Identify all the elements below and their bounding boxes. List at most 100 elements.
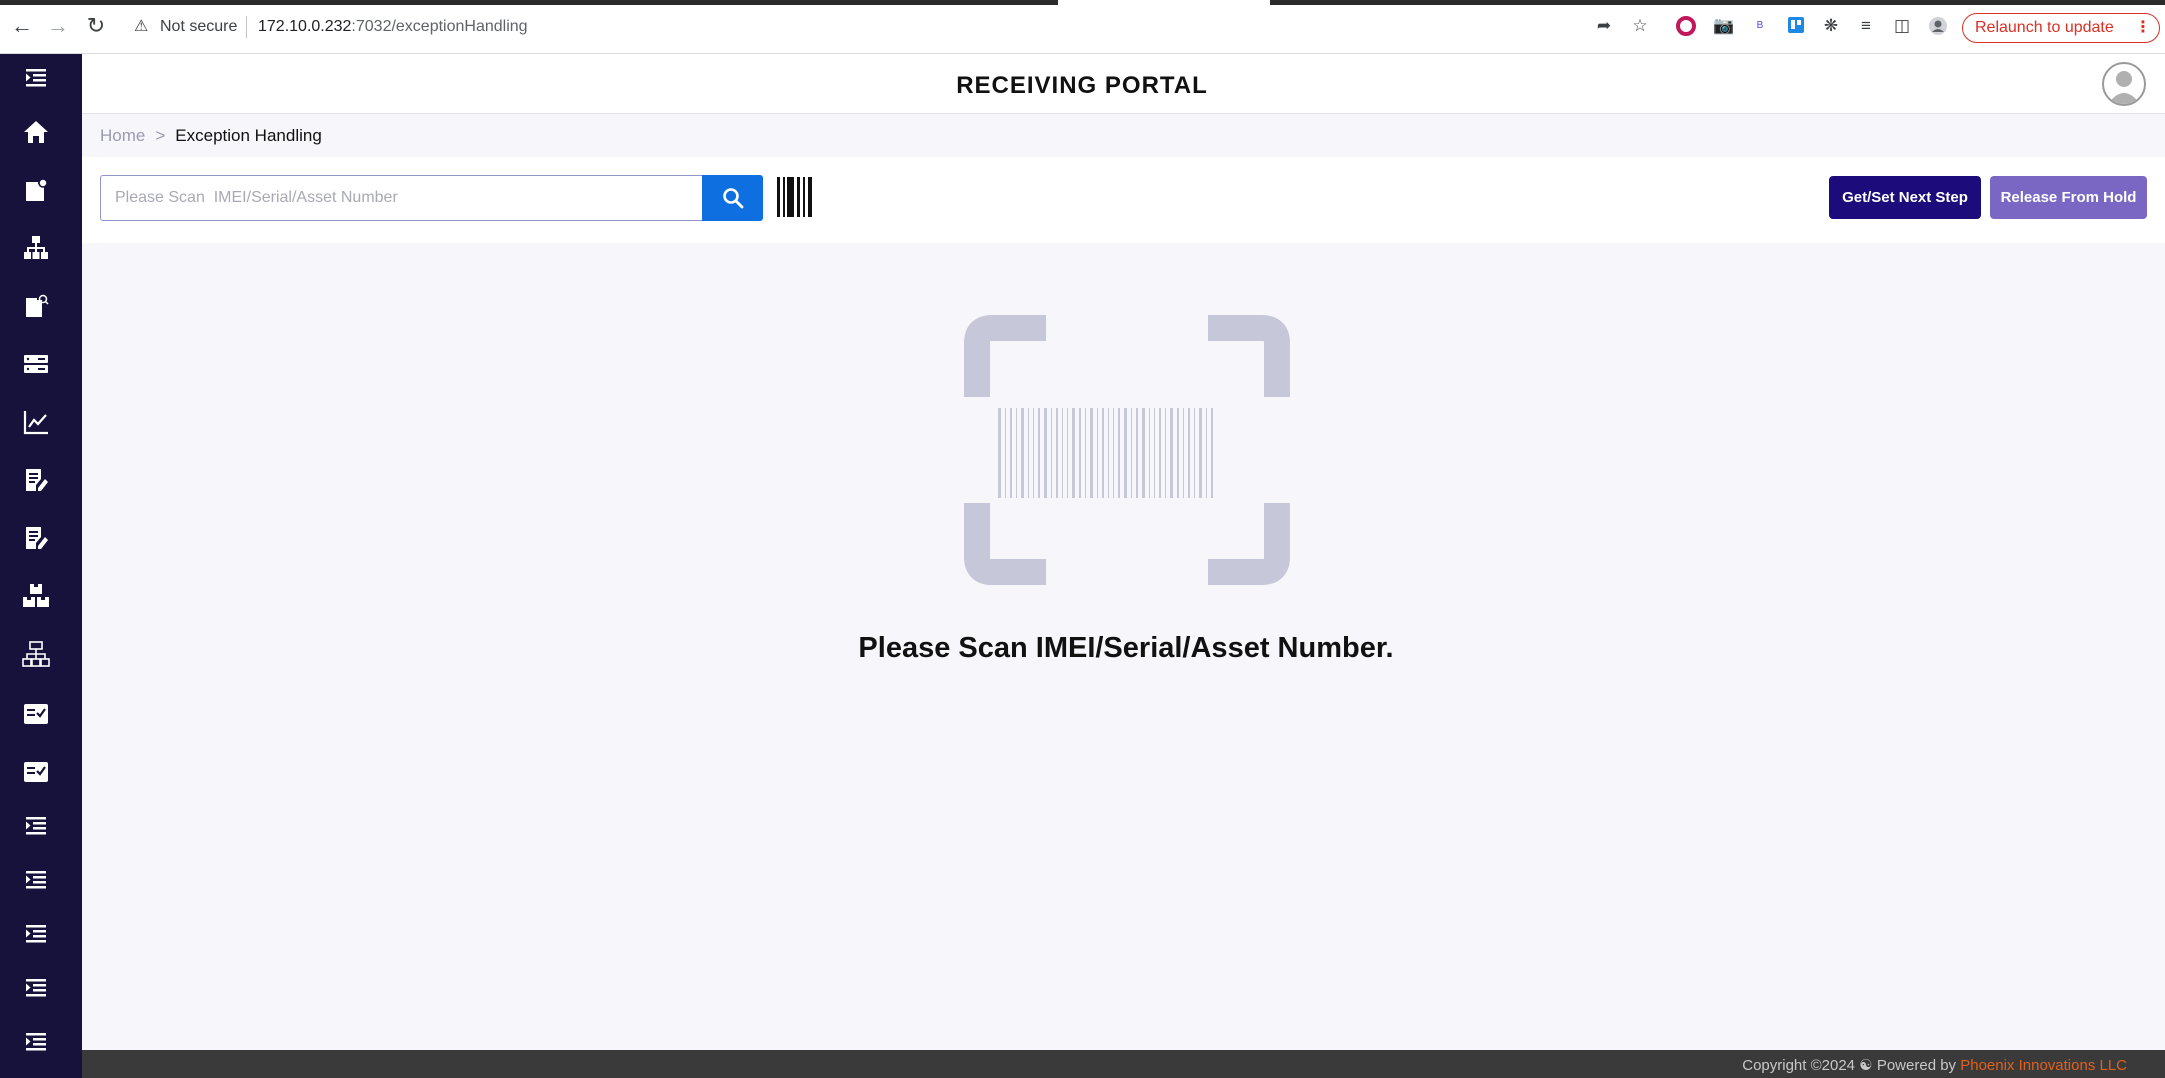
barcode-bar	[1154, 408, 1155, 498]
barcode-bar	[1170, 408, 1173, 498]
barcode-bar	[1090, 408, 1093, 498]
barcode-bar	[1051, 408, 1052, 498]
barcode-bar	[1056, 408, 1058, 498]
barcode-bar	[1165, 408, 1166, 498]
page-title: RECEIVING PORTAL	[956, 72, 1208, 99]
url-host: 172.10.0.232	[258, 18, 352, 35]
sidebar	[0, 54, 82, 1078]
barcode-bar	[1021, 408, 1024, 498]
breadcrumb-current: Exception Handling	[175, 126, 322, 145]
bookmark-star-icon[interactable]: ☆	[1630, 16, 1650, 36]
scan-input[interactable]	[100, 175, 704, 221]
back-icon[interactable]: ←	[10, 14, 34, 38]
address-bar[interactable]: ⚠ Not secure 172.10.0.232:7032/exception…	[122, 10, 1582, 44]
edit-document-icon[interactable]	[22, 524, 52, 554]
barcode-bar	[1211, 408, 1213, 498]
phoenix-logo-icon: ☯	[1859, 1057, 1873, 1074]
barcode-bar	[1044, 408, 1047, 498]
server-icon[interactable]	[22, 350, 52, 380]
menu-indent-icon[interactable]	[22, 812, 52, 842]
scan-prompt: Please Scan IMEI/Serial/Asset Number.	[858, 632, 1394, 664]
tab-strip	[0, 0, 2165, 5]
barcode-bar	[1149, 408, 1150, 498]
barcode-scan-button[interactable]	[776, 175, 814, 219]
company-link[interactable]: Phoenix Innovations LLC	[1960, 1057, 2127, 1074]
avatar[interactable]	[2102, 62, 2146, 106]
edit-document-icon[interactable]	[22, 466, 52, 496]
extensions-puzzle-icon[interactable]: ❋	[1821, 16, 1841, 36]
url-text: 172.10.0.232:7032/exceptionHandling	[258, 18, 528, 36]
barcode-bar	[1097, 408, 1098, 498]
barcode-bar	[1067, 408, 1068, 498]
warning-icon: ⚠	[134, 18, 149, 35]
barcode-scan-illustration	[964, 315, 1290, 585]
barcode-bar	[1072, 408, 1075, 498]
barcode-icon	[777, 177, 812, 217]
barcode-bar	[1131, 408, 1132, 498]
footer-text: Copyright ©2024 ☯ Powered by Phoenix Inn…	[1742, 1056, 2127, 1074]
relaunch-button[interactable]: Relaunch to update ⋮	[1962, 13, 2160, 43]
more-vert-icon[interactable]: ⋮	[2135, 14, 2151, 41]
barcode-bar	[1194, 408, 1195, 498]
release-from-hold-button[interactable]: Release From Hold	[1990, 176, 2147, 219]
extension-color-icon[interactable]	[1676, 16, 1696, 36]
barcode-bar	[1033, 408, 1034, 498]
chart-line-icon[interactable]	[22, 408, 52, 438]
forward-icon[interactable]: →	[46, 14, 70, 38]
profile-icon[interactable]	[1928, 16, 1948, 36]
menu-indent-icon[interactable]	[22, 974, 52, 1004]
home-icon[interactable]	[22, 118, 52, 148]
barcode-bar	[1136, 408, 1138, 498]
menu-indent-icon[interactable]	[22, 866, 52, 896]
camera-icon[interactable]: 📷	[1713, 16, 1734, 36]
menu-indent-icon[interactable]	[22, 920, 52, 950]
scan-toolbar: Get/Set Next Step Release From Hold	[82, 157, 2165, 243]
side-panel-icon[interactable]: ◫	[1892, 16, 1912, 36]
breadcrumb-home[interactable]: Home	[100, 126, 145, 145]
app-header: RECEIVING PORTAL	[82, 54, 2165, 114]
barcode-bar	[1108, 408, 1109, 498]
breadcrumb: Home > Exception Handling	[100, 126, 322, 146]
breadcrumb-separator: >	[155, 126, 166, 145]
relaunch-label: Relaunch to update	[1975, 19, 2114, 36]
checklist-icon[interactable]	[22, 700, 52, 730]
reload-icon[interactable]: ↻	[84, 14, 108, 38]
barcode-bar	[998, 408, 1001, 498]
powered-by-text: Powered by	[1876, 1057, 1957, 1074]
barcode-bar	[1118, 408, 1120, 498]
share-icon[interactable]: ➦	[1594, 16, 1614, 36]
search-button[interactable]	[702, 175, 763, 221]
barcode-bar	[1183, 408, 1184, 498]
footer: Copyright ©2024 ☯ Powered by Phoenix Inn…	[82, 1050, 2165, 1078]
barcode-bar	[1005, 408, 1006, 498]
checklist-icon[interactable]	[22, 758, 52, 788]
url-path: :7032/exceptionHandling	[351, 18, 528, 35]
barcode-bar	[1016, 408, 1017, 498]
menu-indent-icon[interactable]	[22, 1028, 52, 1058]
barcode-bar	[1188, 408, 1190, 498]
get-set-next-step-button[interactable]: Get/Set Next Step	[1829, 176, 1981, 219]
barcode-bar	[1199, 408, 1202, 498]
reading-list-icon[interactable]: ≡	[1856, 16, 1876, 36]
barcode-bar	[1113, 408, 1114, 498]
barcode-bar	[1038, 408, 1040, 498]
extension-small-icon[interactable]: B	[1750, 16, 1770, 36]
barcode-bar	[1085, 408, 1086, 498]
copyright-text: Copyright ©2024	[1742, 1057, 1856, 1074]
hierarchy-icon[interactable]	[22, 234, 52, 264]
barcode-bar	[1206, 408, 1207, 498]
barcode-bar	[1028, 408, 1029, 498]
barcode-bar	[1079, 408, 1081, 498]
barcode-bar	[1177, 408, 1179, 498]
barcode-bar	[1102, 408, 1104, 498]
search-icon	[722, 188, 743, 209]
barcode-bar	[1159, 408, 1161, 498]
browser-toolbar: ← → ↻ ⚠ Not secure 172.10.0.232:7032/exc…	[0, 0, 2165, 54]
menu-indent-icon[interactable]	[22, 64, 52, 94]
document-badge-icon[interactable]	[22, 176, 52, 206]
trello-icon[interactable]	[1786, 16, 1806, 36]
barcode-bar	[1062, 408, 1063, 498]
security-label: Not secure	[160, 18, 238, 35]
boxes-icon[interactable]	[22, 582, 52, 612]
document-search-icon[interactable]	[22, 292, 52, 322]
